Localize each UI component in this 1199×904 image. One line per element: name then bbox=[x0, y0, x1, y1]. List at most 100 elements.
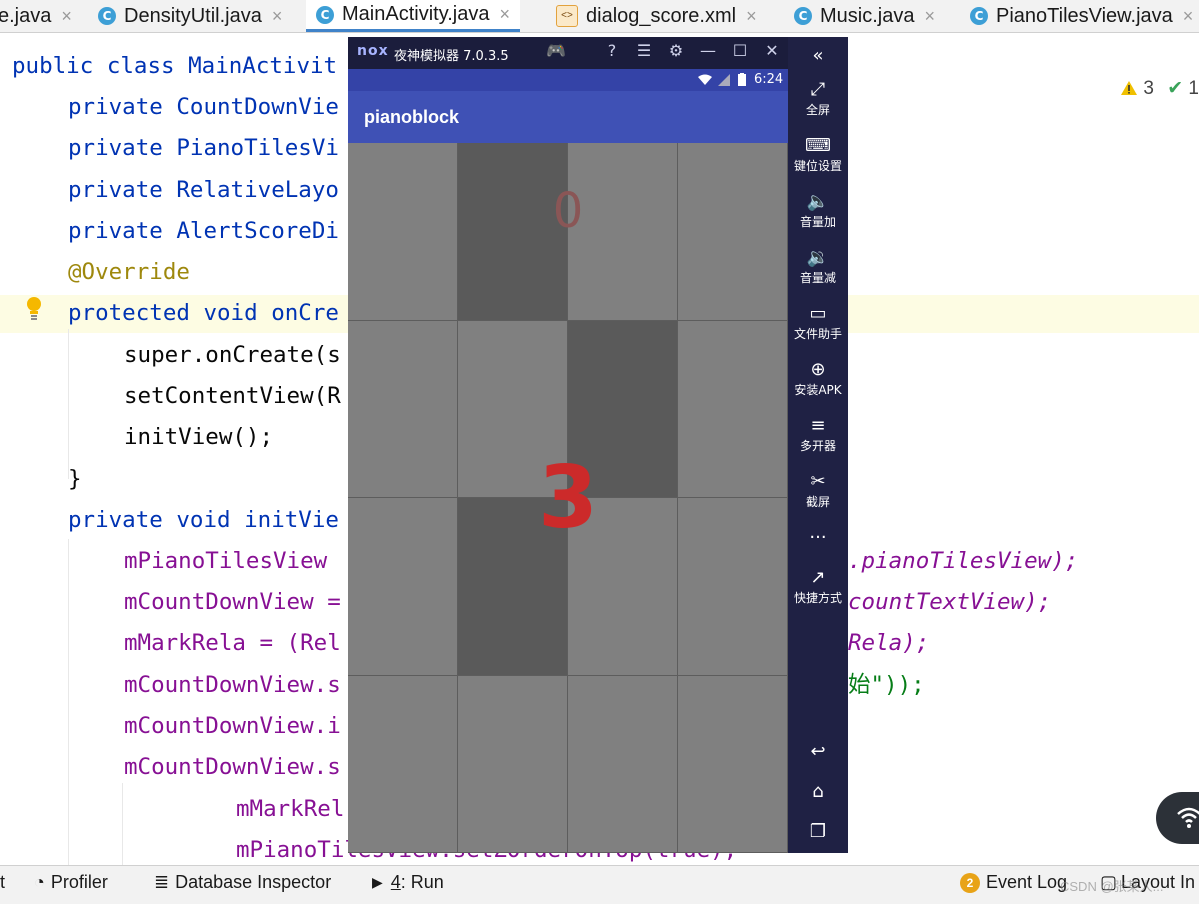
event-count-badge: 2 bbox=[960, 872, 980, 893]
tab-dialog-score[interactable]: <> dialog_score.xml × bbox=[556, 0, 757, 32]
screenshot-icon: ✂ bbox=[810, 471, 826, 492]
tool-window-bar: t ◔ Profiler ≣ Database Inspector ▶ 4 : … bbox=[0, 865, 1199, 904]
maximize-icon[interactable]: ☐ bbox=[728, 41, 752, 60]
tab-label: Music.java bbox=[820, 4, 915, 27]
app-bar: pianoblock bbox=[348, 91, 788, 143]
file-helper-icon: ▭ bbox=[809, 303, 827, 324]
minimize-icon[interactable]: — bbox=[696, 41, 720, 60]
more-icon: ··· bbox=[809, 527, 827, 548]
class-icon: C bbox=[316, 5, 334, 24]
indent-guide bbox=[122, 783, 123, 865]
sidebar-label: 键位设置 bbox=[793, 159, 842, 173]
shortcut-icon: ↗ bbox=[810, 567, 826, 588]
tab-label: e.java bbox=[0, 4, 52, 27]
code-line: mCountDownView = bbox=[124, 589, 341, 615]
sidebar-label: 全屏 bbox=[805, 103, 830, 117]
database-icon: ≣ bbox=[154, 872, 170, 892]
score-text: 0 bbox=[552, 183, 584, 239]
collapse-icon: « bbox=[812, 45, 824, 66]
code-line: initView(); bbox=[124, 424, 274, 450]
home-button[interactable]: ⌂ bbox=[788, 781, 848, 803]
event-log-button[interactable]: 2 Event Log bbox=[960, 872, 1067, 893]
tab-density-util[interactable]: C DensityUtil.java × bbox=[98, 0, 282, 32]
status-time: 6:24 bbox=[754, 72, 784, 87]
piano-tiles-view[interactable]: 0 3 bbox=[348, 143, 788, 853]
sidebar-label: 快捷方式 bbox=[793, 591, 842, 605]
tab-label: dialog_score.xml bbox=[586, 4, 737, 27]
nox-logo: nox bbox=[357, 43, 389, 59]
code-line: protected void onCre bbox=[68, 300, 339, 326]
tab-e-java[interactable]: e.java × bbox=[0, 0, 72, 32]
code-line: mPianoTilesView bbox=[124, 548, 328, 574]
battery-icon bbox=[738, 73, 746, 86]
floating-wifi-bubble[interactable] bbox=[1156, 792, 1199, 844]
warning-icon bbox=[1121, 81, 1138, 95]
close-icon[interactable]: × bbox=[746, 6, 757, 27]
profiler-button[interactable]: ◔ Profiler bbox=[34, 872, 108, 893]
tab-label: MainActivity.java bbox=[342, 3, 490, 25]
code-line-tail: countTextView); bbox=[848, 589, 1052, 615]
close-icon[interactable]: × bbox=[499, 4, 510, 25]
sidebar-label: 多开器 bbox=[799, 439, 836, 453]
tab-main-activity[interactable]: C MainActivity.java × bbox=[306, 0, 520, 32]
nox-emulator-window[interactable]: nox 夜神模拟器 7.0.3.5 🎮 ? ☰ ⚙ — ☐ ✕ 6:24 pia… bbox=[348, 37, 848, 853]
code-line: setContentView(R bbox=[124, 383, 341, 409]
app-title: pianoblock bbox=[364, 107, 460, 127]
close-icon[interactable]: × bbox=[924, 6, 935, 27]
sidebar-label: 音量减 bbox=[799, 271, 836, 285]
sidebar-label: 音量加 bbox=[799, 215, 836, 229]
class-icon: C bbox=[970, 7, 988, 25]
gauge-icon: ◔ bbox=[34, 872, 45, 892]
emulator-sidebar: « ⤢ 全屏 ⌨ 键位设置 🔈 音量加 🔉 音量减 ▭ 文件助手 ⊕ 安装APK ≡ 多开器 ✂ 截屏 ··· ↗ 快… bbox=[788, 37, 848, 853]
close-icon[interactable]: × bbox=[1183, 6, 1194, 27]
check-icon: ✔ bbox=[1167, 78, 1184, 99]
editor-tab-bar: e.java × C DensityUtil.java × C MainActi… bbox=[0, 0, 1199, 33]
install-apk-button[interactable]: ⊕ 安装APK bbox=[788, 359, 848, 398]
more-button[interactable]: ··· bbox=[788, 527, 848, 549]
piano-tile[interactable] bbox=[348, 675, 458, 853]
multi-instance-icon: ≡ bbox=[810, 415, 826, 436]
class-icon: C bbox=[794, 7, 812, 25]
class-icon: C bbox=[98, 7, 116, 25]
piano-tile[interactable] bbox=[458, 675, 568, 853]
phone-screen[interactable]: 6:24 pianoblock 0 3 bbox=[348, 69, 788, 853]
recents-icon: ❐ bbox=[809, 821, 827, 842]
android-status-bar: 6:24 bbox=[348, 69, 788, 91]
fullscreen-button[interactable]: ⤢ 全屏 bbox=[788, 79, 848, 118]
help-icon[interactable]: ? bbox=[600, 41, 624, 60]
multi-instance-button[interactable]: ≡ 多开器 bbox=[788, 415, 848, 454]
tab-piano-tiles-view[interactable]: C PianoTilesView.java × bbox=[970, 0, 1193, 32]
volume-up-button[interactable]: 🔈 音量加 bbox=[788, 191, 848, 230]
keymap-button[interactable]: ⌨ 键位设置 bbox=[788, 135, 848, 174]
volume-up-icon: 🔈 bbox=[806, 191, 830, 212]
menu-icon[interactable]: ☰ bbox=[632, 41, 656, 60]
volume-down-button[interactable]: 🔉 音量减 bbox=[788, 247, 848, 286]
inspection-widget[interactable]: 3 ✔ 1 bbox=[1120, 77, 1199, 100]
piano-tile[interactable] bbox=[678, 675, 788, 853]
screenshot-button[interactable]: ✂ 截屏 bbox=[788, 471, 848, 510]
code-line: } bbox=[68, 466, 82, 492]
lightbulb-icon[interactable] bbox=[24, 295, 44, 323]
tab-label: DensityUtil.java bbox=[124, 4, 262, 27]
collapse-button[interactable]: « bbox=[788, 45, 848, 67]
emulator-title-bar[interactable]: nox 夜神模拟器 7.0.3.5 🎮 ? ☰ ⚙ — ☐ ✕ bbox=[348, 37, 788, 69]
countdown-text: 3 bbox=[538, 448, 598, 548]
close-icon[interactable]: ✕ bbox=[760, 41, 784, 60]
run-tool-cut[interactable]: t bbox=[0, 872, 5, 893]
xml-icon: <> bbox=[556, 5, 578, 27]
piano-tile[interactable] bbox=[568, 675, 678, 853]
volume-down-icon: 🔉 bbox=[806, 247, 830, 268]
close-icon[interactable]: × bbox=[61, 6, 72, 27]
shortcut-button[interactable]: ↗ 快捷方式 bbox=[788, 567, 848, 606]
run-button[interactable]: ▶ 4 : Run bbox=[372, 872, 444, 893]
close-icon[interactable]: × bbox=[272, 6, 283, 27]
tab-music[interactable]: C Music.java × bbox=[794, 0, 935, 32]
code-line-tail: Rela); bbox=[848, 630, 930, 656]
database-inspector-button[interactable]: ≣ Database Inspector bbox=[154, 872, 331, 893]
back-button[interactable]: ↩ bbox=[788, 741, 848, 763]
settings-icon[interactable]: ⚙ bbox=[664, 41, 688, 60]
gamepad-icon[interactable]: 🎮 bbox=[544, 41, 568, 60]
code-line: mCountDownView.s bbox=[124, 754, 341, 780]
recents-button[interactable]: ❐ bbox=[788, 821, 848, 843]
file-helper-button[interactable]: ▭ 文件助手 bbox=[788, 303, 848, 342]
